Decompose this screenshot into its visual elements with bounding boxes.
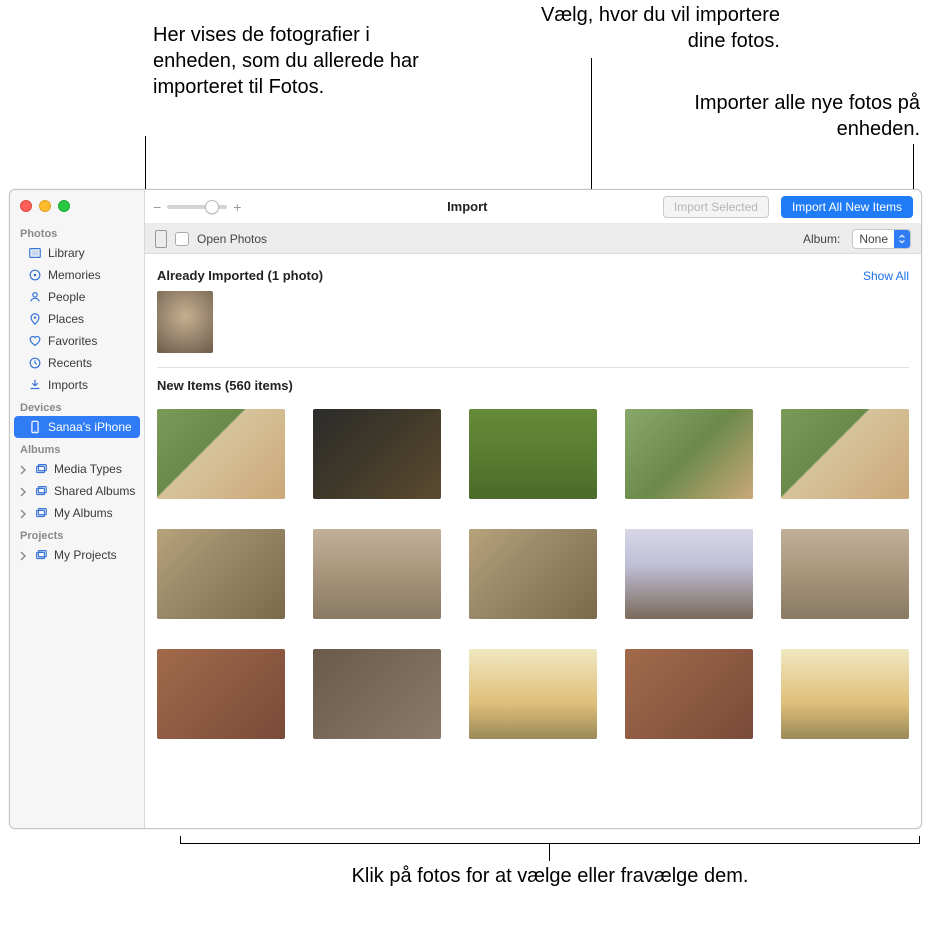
chevron-right-icon xyxy=(18,550,28,560)
chevron-updown-icon xyxy=(894,230,910,248)
sidebar-item-label: Recents xyxy=(48,356,92,370)
photo-thumb[interactable] xyxy=(469,529,597,619)
callout-click-photos: Klik på fotos for at vælge eller fravælg… xyxy=(200,863,900,889)
section-divider xyxy=(157,367,909,368)
new-items-label: New Items (560 items) xyxy=(157,378,293,393)
sidebar-item-label: Library xyxy=(48,246,85,260)
heart-icon xyxy=(28,334,42,348)
zoom-control: − + xyxy=(153,199,241,215)
photo-thumb[interactable] xyxy=(469,649,597,739)
sidebar-item-my-albums[interactable]: My Albums xyxy=(14,502,140,524)
show-all-link[interactable]: Show All xyxy=(863,269,909,283)
photo-thumb[interactable] xyxy=(313,649,441,739)
photo-thumb[interactable] xyxy=(157,529,285,619)
zoom-slider[interactable] xyxy=(167,205,227,209)
photo-thumb[interactable] xyxy=(313,529,441,619)
library-icon xyxy=(28,246,42,260)
stack-icon xyxy=(34,506,48,520)
sidebar-item-label: Media Types xyxy=(54,462,122,476)
places-icon xyxy=(28,312,42,326)
sidebar-item-label: My Projects xyxy=(54,548,117,562)
sidebar-item-shared-albums[interactable]: Shared Albums xyxy=(14,480,140,502)
sidebar-item-label: Memories xyxy=(48,268,101,282)
photo-thumb[interactable] xyxy=(157,409,285,499)
main-panel: − + Import Import Selected Import All Ne… xyxy=(145,190,921,828)
import-infobar: Open Photos Album: None xyxy=(145,224,921,254)
toolbar-title: Import xyxy=(447,199,487,214)
new-items-grid xyxy=(157,409,909,739)
chevron-right-icon xyxy=(18,486,28,496)
sidebar-item-label: Shared Albums xyxy=(54,484,135,498)
chevron-right-icon xyxy=(18,508,28,518)
toolbar: − + Import Import Selected Import All Ne… xyxy=(145,190,921,224)
new-items-header: New Items (560 items) xyxy=(157,378,909,393)
zoom-out-icon[interactable]: − xyxy=(153,199,161,215)
slider-knob[interactable] xyxy=(205,200,219,214)
sidebar-item-recents[interactable]: Recents xyxy=(14,352,140,374)
iphone-icon xyxy=(28,420,42,434)
download-icon xyxy=(28,378,42,392)
sidebar-item-label: Favorites xyxy=(48,334,97,348)
callout-line xyxy=(913,144,914,192)
already-imported-header: Already Imported (1 photo) Show All xyxy=(157,268,909,283)
sidebar-item-device[interactable]: Sanaa's iPhone xyxy=(14,416,140,438)
already-imported-thumb[interactable] xyxy=(157,291,213,353)
callout-already-imported: Her vises de fotografier i enheden, som … xyxy=(153,22,453,100)
import-all-button[interactable]: Import All New Items xyxy=(781,196,913,218)
open-photos-checkbox[interactable] xyxy=(175,232,189,246)
sidebar-item-my-projects[interactable]: My Projects xyxy=(14,544,140,566)
sidebar-item-label: My Albums xyxy=(54,506,113,520)
window-controls xyxy=(10,196,144,222)
sidebar-item-memories[interactable]: Memories xyxy=(14,264,140,286)
photo-thumb[interactable] xyxy=(313,409,441,499)
photo-thumb[interactable] xyxy=(157,649,285,739)
photo-thumb[interactable] xyxy=(625,649,753,739)
album-label: Album: xyxy=(803,232,840,246)
sidebar-section-devices: Devices xyxy=(10,396,144,416)
close-window-button[interactable] xyxy=(20,200,32,212)
photo-thumb[interactable] xyxy=(781,409,909,499)
sidebar-item-people[interactable]: People xyxy=(14,286,140,308)
photo-thumb[interactable] xyxy=(625,409,753,499)
import-content: Already Imported (1 photo) Show All New … xyxy=(145,254,921,828)
photo-thumb[interactable] xyxy=(469,409,597,499)
zoom-window-button[interactable] xyxy=(58,200,70,212)
photo-thumb[interactable] xyxy=(781,649,909,739)
zoom-in-icon[interactable]: + xyxy=(233,199,241,215)
callout-choose-destination: Vælg, hvor du vil importere dine fotos. xyxy=(500,2,780,54)
people-icon xyxy=(28,290,42,304)
already-imported-label: Already Imported (1 photo) xyxy=(157,268,323,283)
photo-thumb[interactable] xyxy=(625,529,753,619)
sidebar-section-albums: Albums xyxy=(10,438,144,458)
sidebar-section-projects: Projects xyxy=(10,524,144,544)
sidebar-item-label: Sanaa's iPhone xyxy=(48,420,132,434)
album-select-value: None xyxy=(853,232,894,246)
sidebar: Photos Library Memories People Places xyxy=(10,190,145,828)
sidebar-item-label: Imports xyxy=(48,378,88,392)
sidebar-item-imports[interactable]: Imports xyxy=(14,374,140,396)
stack-icon xyxy=(34,462,48,476)
sidebar-item-places[interactable]: Places xyxy=(14,308,140,330)
stack-icon xyxy=(34,484,48,498)
open-photos-label: Open Photos xyxy=(197,232,267,246)
callout-import-all: Importer alle nye fotos på enheden. xyxy=(650,90,920,142)
sidebar-item-favorites[interactable]: Favorites xyxy=(14,330,140,352)
callout-line xyxy=(549,843,550,861)
import-selected-button[interactable]: Import Selected xyxy=(663,196,769,218)
photos-app-window: Photos Library Memories People Places xyxy=(9,189,922,829)
photo-thumb[interactable] xyxy=(781,529,909,619)
memories-icon xyxy=(28,268,42,282)
album-select[interactable]: None xyxy=(852,229,911,249)
chevron-right-icon xyxy=(18,464,28,474)
callout-bracket xyxy=(180,843,920,853)
stack-icon xyxy=(34,548,48,562)
sidebar-item-label: People xyxy=(48,290,85,304)
sidebar-item-media-types[interactable]: Media Types xyxy=(14,458,140,480)
sidebar-item-label: Places xyxy=(48,312,84,326)
sidebar-item-library[interactable]: Library xyxy=(14,242,140,264)
clock-icon xyxy=(28,356,42,370)
device-icon xyxy=(155,230,167,248)
minimize-window-button[interactable] xyxy=(39,200,51,212)
sidebar-section-photos: Photos xyxy=(10,222,144,242)
